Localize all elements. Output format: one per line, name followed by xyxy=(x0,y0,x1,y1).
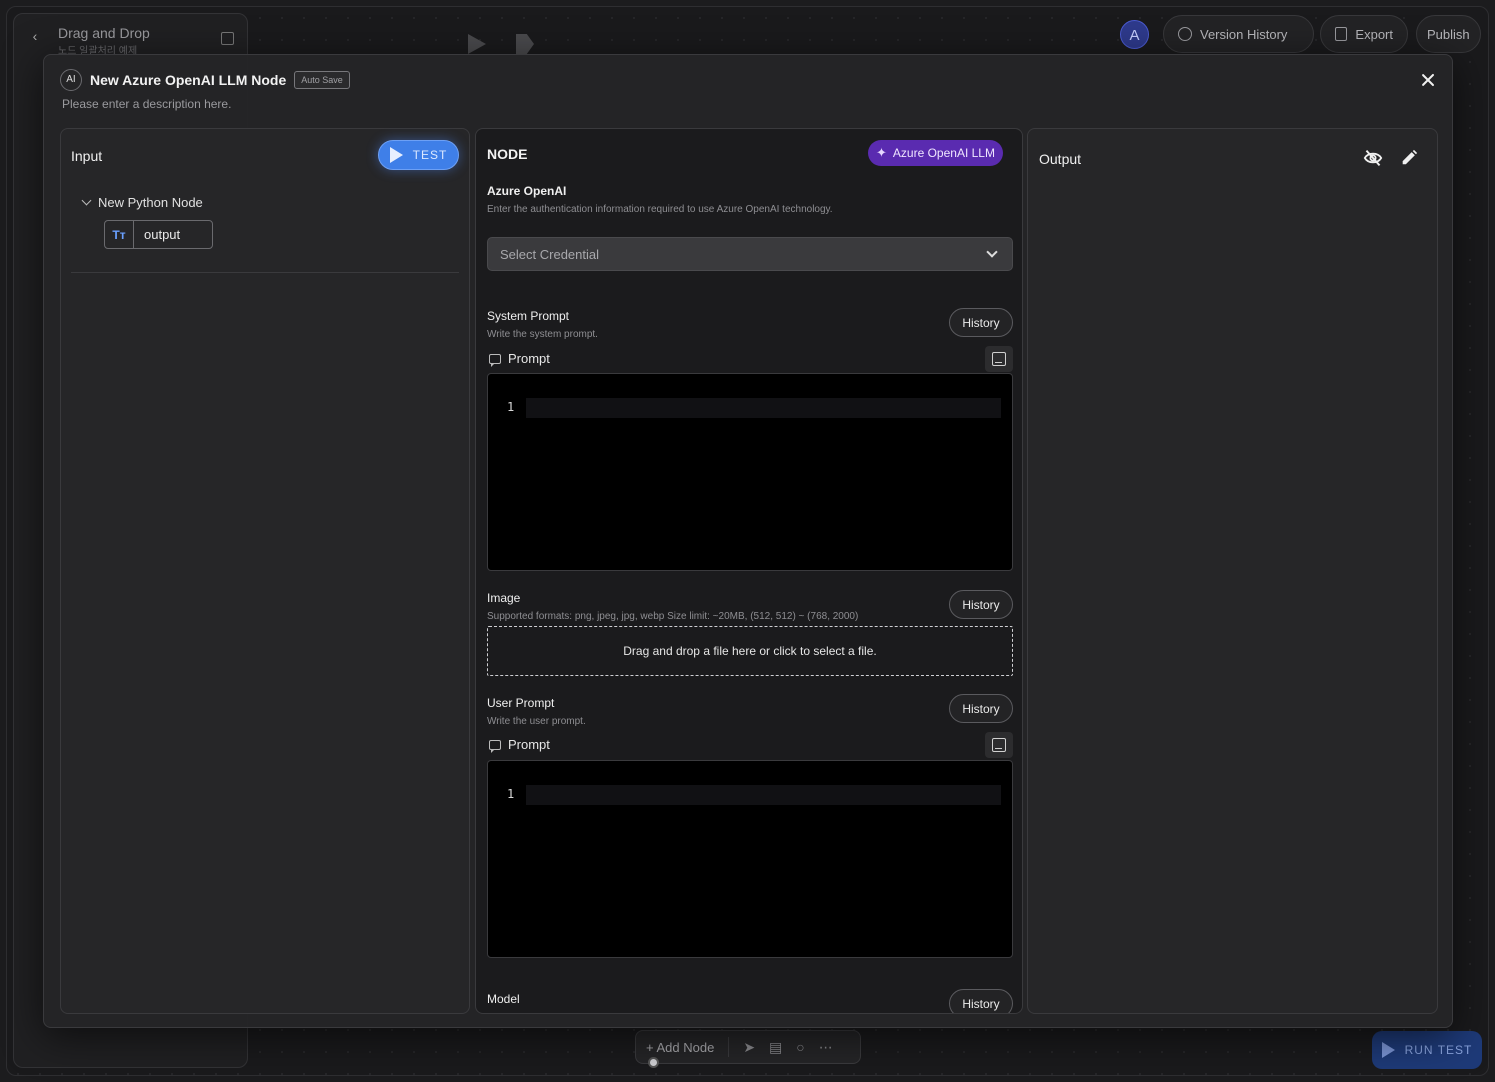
input-node-name: New Python Node xyxy=(98,195,203,210)
credential-label: Azure OpenAI xyxy=(487,184,567,198)
run-test-button[interactable]: RUN TEST xyxy=(1372,1031,1482,1069)
image-dropzone[interactable]: Drag and drop a file here or click to se… xyxy=(487,626,1013,676)
user-prompt-label: User Prompt xyxy=(487,696,555,710)
workflow-title: Drag and Drop xyxy=(58,25,150,41)
add-node-button[interactable]: + Add Node xyxy=(646,1040,714,1055)
system-prompt-history-button[interactable]: History xyxy=(949,308,1013,337)
image-label: Image xyxy=(487,591,521,605)
run-test-label: RUN TEST xyxy=(1404,1043,1473,1057)
image-history-button[interactable]: History xyxy=(949,590,1013,619)
back-icon[interactable]: ‹ xyxy=(22,28,48,50)
publish-label: Publish xyxy=(1427,26,1470,42)
test-button[interactable]: TEST xyxy=(378,140,459,170)
credential-select-value: Select Credential xyxy=(500,246,599,262)
model-history-button[interactable]: History xyxy=(949,989,1013,1013)
user-prompt-header: Prompt xyxy=(489,737,550,753)
modal-header: AI New Azure OpenAI LLM Node Auto Save xyxy=(60,69,350,91)
expand-icon xyxy=(992,352,1006,366)
history-icon xyxy=(1178,27,1192,41)
avatar[interactable]: A xyxy=(1120,20,1149,49)
chat-icon xyxy=(489,739,501,753)
user-prompt-hint: Write the user prompt. xyxy=(487,716,586,727)
version-history-button[interactable]: Version History xyxy=(1163,15,1314,53)
model-label: Model xyxy=(487,992,520,1006)
export-label: Export xyxy=(1355,26,1393,42)
auto-save-badge: Auto Save xyxy=(294,71,350,89)
export-button[interactable]: Export xyxy=(1320,15,1408,53)
credential-hint: Enter the authentication information req… xyxy=(487,204,833,215)
bottom-toolbar: + Add Node ➤ ▤ ○ ⋯ xyxy=(635,1030,861,1064)
more-icon[interactable]: ⋯ xyxy=(819,1039,833,1056)
user-prompt-editor-label: Prompt xyxy=(508,737,550,752)
node-type-label: Azure OpenAI LLM xyxy=(892,146,995,160)
output-panel-title: Output xyxy=(1039,151,1082,167)
user-prompt-expand-button[interactable] xyxy=(985,732,1013,758)
node-panel-title: NODE xyxy=(487,146,528,162)
input-panel-title: Input xyxy=(71,148,103,164)
input-tree-node[interactable]: New Python Node xyxy=(81,195,203,210)
note-icon[interactable]: ▤ xyxy=(769,1039,782,1056)
current-line-highlight xyxy=(526,398,1001,418)
current-line-highlight xyxy=(526,785,1001,805)
system-prompt-editor-label: Prompt xyxy=(508,351,550,366)
publish-button[interactable]: Publish xyxy=(1416,15,1481,53)
system-prompt-expand-button[interactable] xyxy=(985,346,1013,372)
download-icon xyxy=(1335,27,1348,41)
version-history-label: Version History xyxy=(1200,26,1288,42)
line-number: 1 xyxy=(507,787,515,801)
connection-handle[interactable] xyxy=(648,1057,659,1068)
output-panel: Output xyxy=(1027,128,1438,1014)
eye-off-icon[interactable] xyxy=(1363,149,1383,167)
input-field-name: output xyxy=(144,227,181,242)
sparkle-icon: ✦ xyxy=(876,145,887,160)
panel-toggle-icon[interactable] xyxy=(221,32,234,45)
test-button-label: TEST xyxy=(412,148,448,162)
play-icon xyxy=(1381,1042,1395,1058)
user-prompt-history-button[interactable]: History xyxy=(949,694,1013,723)
play-icon[interactable] xyxy=(468,34,486,54)
edit-icon[interactable] xyxy=(1400,149,1418,167)
system-prompt-editor[interactable]: 1 xyxy=(487,373,1013,571)
toolbar-divider xyxy=(728,1037,730,1057)
image-hint: Supported formats: png, jpeg, jpg, webp … xyxy=(487,611,859,622)
input-field-chip[interactable]: Tт output xyxy=(104,220,213,249)
chevron-down-icon[interactable] xyxy=(81,195,92,206)
user-prompt-editor[interactable]: 1 xyxy=(487,760,1013,958)
credential-select[interactable]: Select Credential xyxy=(487,237,1013,271)
node-type-badge: ✦ Azure OpenAI LLM xyxy=(868,140,1003,166)
line-number: 1 xyxy=(507,400,515,414)
comment-icon[interactable]: ○ xyxy=(796,1039,804,1055)
text-type-icon: Tт xyxy=(105,221,134,248)
system-prompt-hint: Write the system prompt. xyxy=(487,329,598,340)
system-prompt-label: System Prompt xyxy=(487,309,570,323)
chat-icon xyxy=(489,353,501,367)
play-icon xyxy=(389,147,403,163)
input-panel: Input TEST New Python Node Tт output xyxy=(60,128,470,1014)
chevron-down-icon xyxy=(986,245,998,258)
system-prompt-header: Prompt xyxy=(489,351,550,367)
pointer-icon[interactable]: ➤ xyxy=(743,1039,755,1056)
node-config-panel: NODE ✦ Azure OpenAI LLM Azure OpenAI Ent… xyxy=(475,128,1023,1014)
divider xyxy=(71,272,459,273)
ai-icon: AI xyxy=(60,69,82,91)
expand-icon xyxy=(992,738,1006,752)
close-icon[interactable] xyxy=(1417,69,1439,91)
node-editor-modal: AI New Azure OpenAI LLM Node Auto Save P… xyxy=(43,54,1453,1028)
node-description[interactable]: Please enter a description here. xyxy=(62,97,231,111)
node-title[interactable]: New Azure OpenAI LLM Node xyxy=(90,72,286,88)
